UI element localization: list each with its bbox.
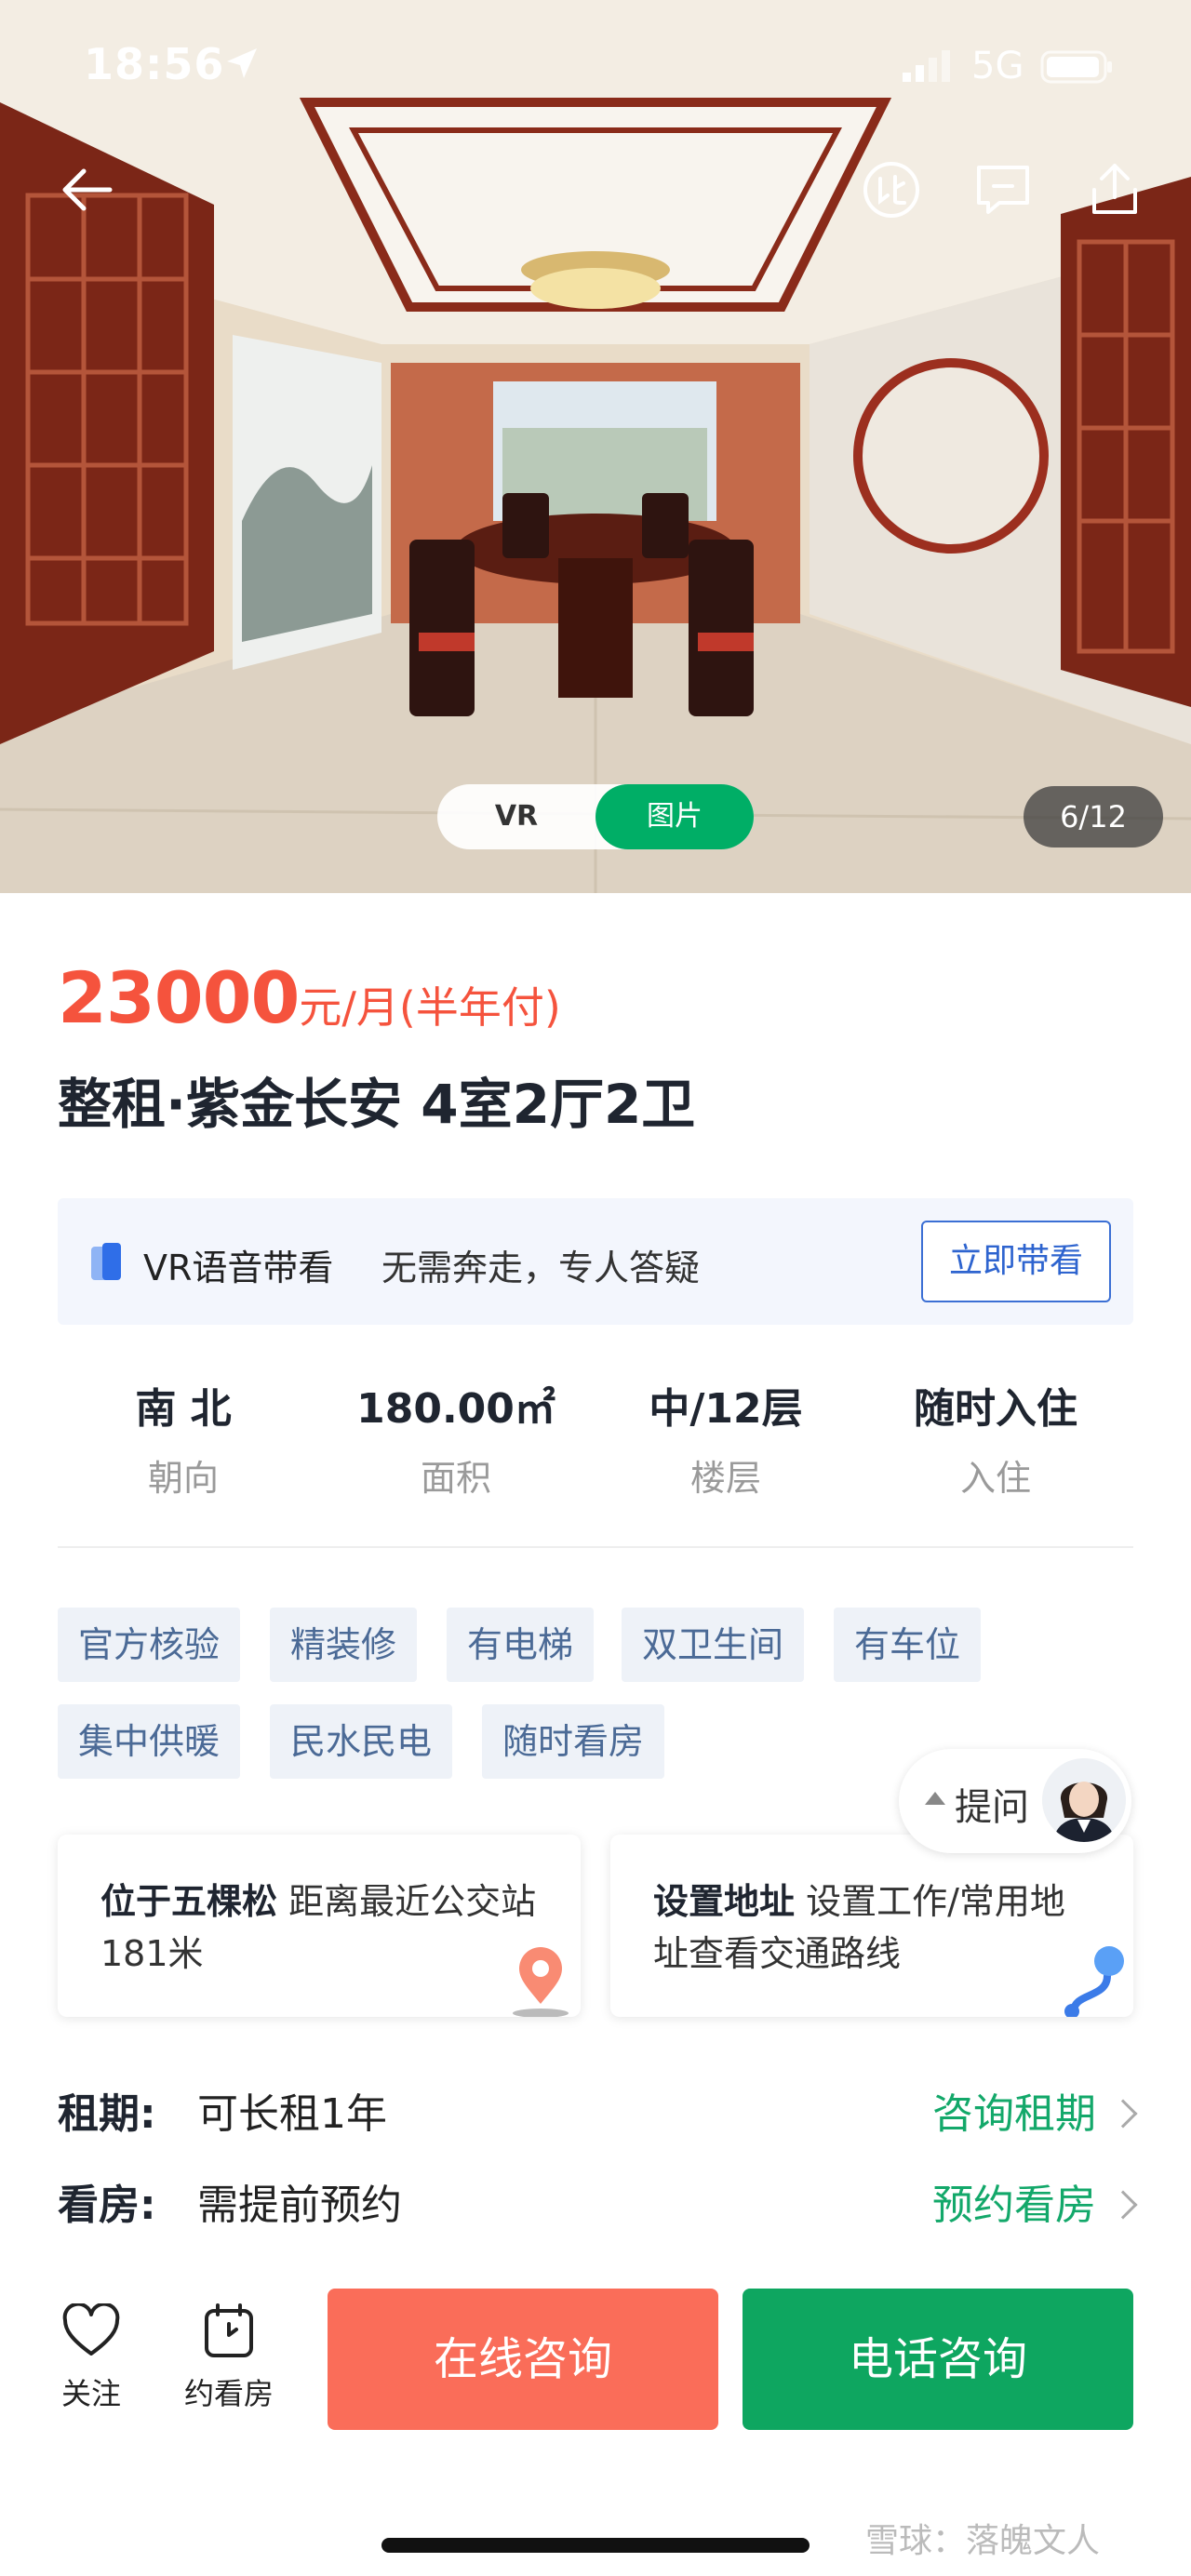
feature-tag: 双卫生间 bbox=[622, 1608, 805, 1682]
battery-icon bbox=[1040, 50, 1112, 84]
signal-icon bbox=[903, 50, 950, 82]
book-viewing-link[interactable]: 预约看房 bbox=[932, 2171, 1138, 2231]
heart-icon bbox=[62, 2303, 120, 2356]
info-floor: 中/12层 楼层 bbox=[591, 1375, 861, 1501]
vr-guide-button[interactable]: 立即带看 bbox=[921, 1221, 1111, 1302]
info-label: 朝向 bbox=[147, 1458, 219, 1499]
lease-term-row: 租期: 可长租1年 咨询租期 bbox=[58, 2080, 1138, 2145]
location-name: 位于五棵松 bbox=[100, 1881, 278, 1922]
viewing-value: 需提前预约 bbox=[197, 2182, 402, 2229]
feature-tag: 官方核验 bbox=[58, 1608, 241, 1682]
info-value: 随时入住 bbox=[914, 1385, 1077, 1433]
rent-price: 23000元/月(半年付) bbox=[58, 956, 561, 1039]
compare-icon bbox=[863, 162, 919, 218]
vr-guide-banner: VR语音带看 无需奔走，专人答疑 立即带看 bbox=[58, 1198, 1133, 1325]
status-bar: 18:56 5G bbox=[0, 0, 1191, 130]
feature-tag: 民水民电 bbox=[270, 1704, 453, 1779]
info-value: 180.00㎡ bbox=[356, 1385, 555, 1433]
room-photo bbox=[0, 0, 1191, 893]
consult-lease-label: 咨询租期 bbox=[932, 2090, 1096, 2138]
ask-question-button[interactable]: 提问 bbox=[899, 1749, 1131, 1853]
schedule-label: 约看房 bbox=[183, 2376, 274, 2411]
info-label: 楼层 bbox=[689, 1458, 761, 1499]
price-value: 23000 bbox=[58, 956, 300, 1039]
location-arrow-icon bbox=[227, 48, 257, 78]
lease-value: 可长租1年 bbox=[197, 2090, 387, 2138]
route-icon bbox=[1064, 1946, 1124, 2017]
feature-tag: 随时看房 bbox=[482, 1704, 665, 1779]
phone-consult-button[interactable]: 电话咨询 bbox=[743, 2289, 1133, 2430]
compare-button[interactable] bbox=[854, 153, 929, 227]
viewing-row: 看房: 需提前预约 预约看房 bbox=[58, 2171, 1138, 2236]
hero-photo[interactable]: 18:56 5G VR 图片 6/12 bbox=[0, 0, 1191, 893]
network-type: 5G bbox=[971, 45, 1024, 87]
calendar-icon bbox=[205, 2303, 253, 2357]
tab-photos[interactable]: 图片 bbox=[596, 784, 754, 849]
feature-tag: 集中供暖 bbox=[58, 1704, 241, 1779]
schedule-viewing-button[interactable]: 约看房 bbox=[173, 2303, 285, 2413]
info-move-in: 随时入住 入住 bbox=[861, 1375, 1131, 1501]
online-consult-button[interactable]: 在线咨询 bbox=[328, 2289, 718, 2430]
caret-up-icon bbox=[925, 1792, 945, 1805]
vr-guide-icon bbox=[91, 1243, 121, 1280]
watermark: 雪球：落魄文人 bbox=[865, 2522, 1101, 2560]
agent-avatar bbox=[1042, 1758, 1126, 1842]
chevron-right-icon bbox=[1108, 2099, 1138, 2129]
message-icon bbox=[977, 166, 1029, 214]
price-unit: 元/月(半年付) bbox=[299, 982, 561, 1033]
set-address-title: 设置地址 bbox=[653, 1881, 796, 1922]
set-address-text: 设置地址 设置工作/常用地址查看交通路线 bbox=[653, 1875, 1091, 1980]
info-label: 入住 bbox=[959, 1458, 1031, 1499]
media-toggle: VR 图片 bbox=[437, 784, 754, 849]
divider bbox=[58, 1546, 1133, 1548]
info-area: 180.00㎡ 面积 bbox=[321, 1375, 591, 1501]
follow-button[interactable]: 关注 bbox=[35, 2303, 147, 2413]
book-viewing-label: 预约看房 bbox=[932, 2182, 1096, 2229]
consult-lease-link[interactable]: 咨询租期 bbox=[932, 2080, 1138, 2140]
feature-tag: 精装修 bbox=[270, 1608, 418, 1682]
message-button[interactable] bbox=[966, 153, 1040, 227]
share-icon bbox=[1092, 164, 1137, 214]
back-arrow-icon bbox=[62, 168, 113, 211]
set-address-card[interactable]: 设置地址 设置工作/常用地址查看交通路线 bbox=[610, 1835, 1133, 2017]
chevron-right-icon bbox=[1108, 2190, 1138, 2220]
map-pin-icon bbox=[513, 1947, 569, 2017]
tab-vr[interactable]: VR bbox=[437, 784, 596, 849]
info-label: 面积 bbox=[420, 1458, 491, 1499]
back-button[interactable] bbox=[48, 153, 123, 227]
lease-label: 租期: bbox=[58, 2090, 156, 2138]
info-value: 中/12层 bbox=[649, 1385, 803, 1433]
nearby-transit-card[interactable]: 位于五棵松 距离最近公交站181米 bbox=[58, 1835, 581, 2017]
info-orientation: 南 北 朝向 bbox=[48, 1375, 318, 1501]
info-value: 南 北 bbox=[135, 1385, 232, 1433]
feature-tag: 有车位 bbox=[834, 1608, 982, 1682]
vr-guide-label: VR语音带看 bbox=[143, 1248, 334, 1288]
vr-guide-description: 无需奔走，专人答疑 bbox=[381, 1248, 701, 1288]
listing-title: 整租·紫金长安 4室2厅2卫 bbox=[58, 1073, 696, 1136]
ask-label: 提问 bbox=[955, 1786, 1029, 1829]
photo-counter: 6/12 bbox=[1024, 786, 1163, 848]
nearby-transit-text: 位于五棵松 距离最近公交站181米 bbox=[100, 1875, 538, 1980]
viewing-label: 看房: bbox=[58, 2182, 156, 2229]
home-indicator[interactable] bbox=[381, 2538, 810, 2553]
follow-label: 关注 bbox=[60, 2376, 121, 2411]
status-time: 18:56 bbox=[84, 39, 225, 89]
share-button[interactable] bbox=[1077, 153, 1152, 227]
feature-tag: 有电梯 bbox=[447, 1608, 595, 1682]
